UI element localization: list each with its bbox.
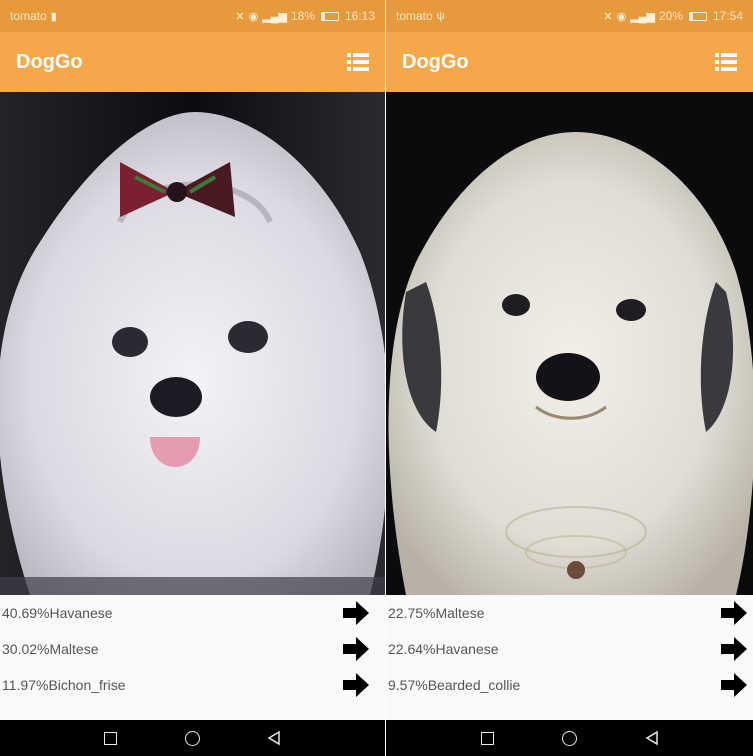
sim-icon: ▮ (50, 10, 57, 23)
prediction-list: 22.75%Maltese 22.64%Havanese 9.57%Bearde… (386, 595, 753, 720)
prediction-label: 9.57%Bearded_collie (388, 677, 521, 693)
status-time: 17:54 (712, 9, 743, 23)
mute-icon: ✕ (235, 10, 245, 23)
list-item[interactable]: 9.57%Bearded_collie (386, 667, 753, 703)
circle-home-icon[interactable] (559, 728, 579, 748)
system-nav-bar (0, 720, 385, 756)
list-item[interactable]: 30.02%Maltese (0, 631, 385, 667)
eye-icon: ◉ (248, 10, 259, 23)
dog-photo (386, 92, 753, 595)
list-menu-icon[interactable] (715, 53, 737, 71)
arrow-right-icon[interactable] (341, 600, 371, 626)
signal-icon: ▂▄▆ (262, 10, 287, 23)
arrow-right-icon[interactable] (341, 636, 371, 662)
list-item[interactable]: 22.75%Maltese (386, 595, 753, 631)
status-time: 16:13 (344, 9, 375, 23)
screen-right: tomato ψ ✕ ◉ ▂▄▆ 20% 17:54 DogGo 22.75%M… (386, 0, 753, 756)
dog-photo-image (386, 92, 753, 595)
arrow-right-icon[interactable] (719, 600, 749, 626)
dog-photo (0, 92, 385, 595)
arrow-right-icon[interactable] (719, 672, 749, 698)
app-bar: DogGo (386, 32, 753, 92)
battery-percent: 18% (290, 9, 315, 23)
battery-percent: 20% (658, 9, 683, 23)
eye-icon: ◉ (616, 10, 627, 23)
list-item[interactable]: 11.97%Bichon_frise (0, 667, 385, 703)
status-bar: tomato ▮ ✕ ◉ ▂▄▆ 18% 16:13 (0, 0, 385, 32)
system-nav-bar (386, 720, 753, 756)
carrier-label: tomato (396, 9, 433, 23)
battery-icon (688, 11, 707, 21)
prediction-label: 11.97%Bichon_frise (2, 677, 126, 693)
usb-icon: ψ (436, 10, 445, 22)
battery-icon (320, 11, 339, 21)
square-recents-icon[interactable] (477, 728, 497, 748)
prediction-label: 40.69%Havanese (2, 605, 113, 621)
list-item[interactable]: 40.69%Havanese (0, 595, 385, 631)
triangle-back-icon[interactable] (264, 728, 284, 748)
prediction-label: 30.02%Maltese (2, 641, 99, 657)
circle-home-icon[interactable] (182, 728, 202, 748)
triangle-back-icon[interactable] (642, 728, 662, 748)
mute-icon: ✕ (603, 10, 613, 23)
status-bar: tomato ψ ✕ ◉ ▂▄▆ 20% 17:54 (386, 0, 753, 32)
signal-icon: ▂▄▆ (630, 10, 655, 23)
arrow-right-icon[interactable] (341, 672, 371, 698)
arrow-right-icon[interactable] (719, 636, 749, 662)
square-recents-icon[interactable] (101, 728, 121, 748)
screen-left: tomato ▮ ✕ ◉ ▂▄▆ 18% 16:13 DogGo 40.69%H… (0, 0, 385, 756)
prediction-list: 40.69%Havanese 30.02%Maltese 11.97%Bicho… (0, 595, 385, 720)
app-bar: DogGo (0, 32, 385, 92)
app-title: DogGo (402, 50, 469, 73)
prediction-label: 22.75%Maltese (388, 605, 485, 621)
dog-photo-image (0, 92, 385, 595)
app-title: DogGo (16, 50, 83, 73)
prediction-label: 22.64%Havanese (388, 641, 499, 657)
carrier-label: tomato (10, 9, 47, 23)
list-menu-icon[interactable] (347, 53, 369, 71)
list-item[interactable]: 22.64%Havanese (386, 631, 753, 667)
